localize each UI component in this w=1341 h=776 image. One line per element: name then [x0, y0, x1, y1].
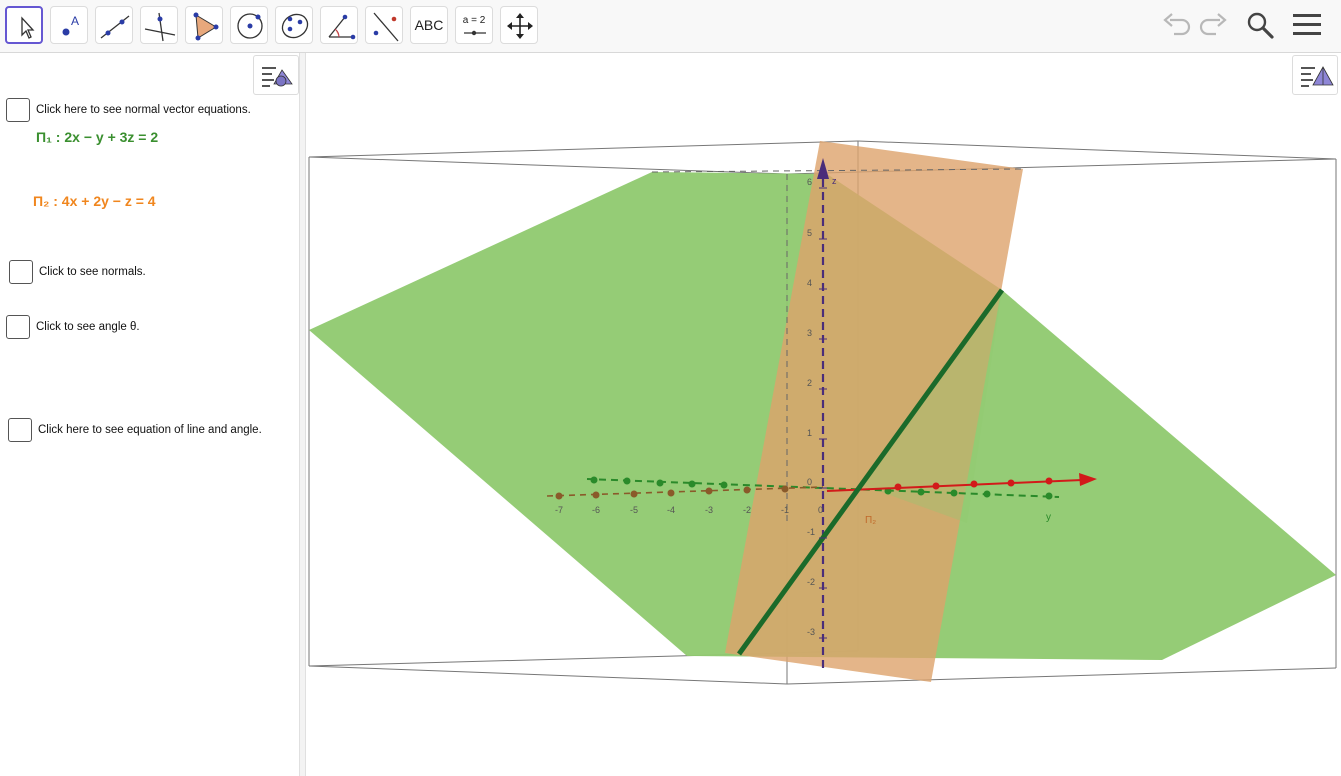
line-icon [100, 15, 130, 39]
z-tick-label: 0 [807, 477, 812, 487]
line-tool[interactable] [95, 6, 133, 44]
z-tick-label: 6 [807, 177, 812, 187]
x-tick-label: -6 [592, 505, 600, 515]
algebra-panel: Click here to see normal vector equation… [0, 53, 299, 776]
main-menu-button[interactable] [1290, 8, 1324, 42]
angle-checkbox-row[interactable]: Click to see angle θ. [6, 315, 140, 339]
algebra-style-bar-button[interactable] [253, 55, 299, 95]
z-tick-label: 5 [807, 228, 812, 238]
text-tool[interactable]: ABC [410, 6, 448, 44]
plane1-equation-text: 2x − y + 3z = 2 [64, 129, 159, 145]
z-tick-label: 1 [807, 428, 812, 438]
text-tool-label: ABC [414, 17, 444, 33]
normals-label: Click to see normals. [39, 266, 146, 278]
graphics-3d-view[interactable]: z y Π₂ 6 5 4 3 2 1 0 -1 -2 -3 -7 -6 -5 -… [307, 53, 1341, 776]
reflect-tool[interactable] [365, 6, 403, 44]
undo-icon [1163, 13, 1191, 36]
redo-icon [1199, 13, 1227, 36]
x-tick-label: -3 [705, 505, 713, 515]
normal-vector-label: Click here to see normal vector equation… [36, 104, 251, 116]
polygon-icon [193, 12, 219, 41]
plane2-equation: Π₂ : 4x + 2y − z = 4 [33, 193, 156, 209]
angle-label: Click to see angle θ. [36, 321, 140, 333]
toolbar: A ABC a = 2 [0, 0, 1341, 53]
slider-icon [464, 30, 486, 36]
move-arrows-icon [507, 13, 533, 39]
move-tool[interactable] [5, 6, 43, 44]
z-tick-label: 2 [807, 378, 812, 388]
plane2-equation-text: 4x + 2y − z = 4 [61, 193, 156, 209]
y-axis-label: y [1046, 512, 1051, 523]
scene-3d: z y Π₂ 6543210-1-2-3 -7 -6 -5 -4 -3 -2 -… [308, 140, 1337, 685]
angle-tool[interactable] [320, 6, 358, 44]
z-tick-label: -2 [807, 577, 815, 587]
z-axis-label: z [832, 176, 837, 186]
x-tick-label: 0 [818, 505, 823, 515]
angle-checkbox[interactable] [6, 315, 30, 339]
circle-icon [237, 13, 263, 39]
circle-tool[interactable] [230, 6, 268, 44]
normal-vector-checkbox[interactable] [6, 98, 30, 122]
angle-icon [328, 14, 356, 40]
perpendicular-icon [144, 12, 176, 42]
search-button[interactable] [1243, 8, 1277, 42]
panel-divider[interactable] [299, 53, 306, 776]
point-tool[interactable]: A [50, 6, 88, 44]
redo-button[interactable] [1196, 8, 1230, 42]
plane2-name: Π₂ [33, 193, 50, 209]
undo-button[interactable] [1160, 8, 1194, 42]
point-icon: A [62, 14, 79, 36]
move-graphics-view-tool[interactable] [500, 6, 538, 44]
reflect-icon [373, 12, 399, 42]
slider-tool[interactable]: a = 2 [455, 6, 493, 44]
normals-checkbox-row[interactable]: Click to see normals. [9, 260, 146, 284]
polygon-tool[interactable] [185, 6, 223, 44]
x-tick-label: -2 [743, 505, 751, 515]
plane1-equation: Π₁ : 2x − y + 3z = 2 [36, 129, 159, 145]
style-bar-icon [262, 67, 293, 87]
z-tick-label: -1 [807, 527, 815, 537]
ellipse-tool[interactable] [275, 6, 313, 44]
z-tick-label: 4 [807, 278, 812, 288]
z-tick-label: 3 [807, 328, 812, 338]
line-angle-checkbox-row[interactable]: Click here to see equation of line and a… [8, 418, 262, 442]
hamburger-menu-icon [1293, 14, 1321, 35]
x-tick-label: -7 [555, 505, 563, 515]
point-tool-text: A [71, 14, 79, 28]
normal-vector-checkbox-row[interactable]: Click here to see normal vector equation… [6, 98, 251, 122]
ellipse-icon [281, 13, 309, 39]
search-icon [1247, 12, 1274, 39]
perpendicular-line-tool[interactable] [140, 6, 178, 44]
plane1-name: Π₁ [36, 129, 52, 145]
x-tick-label: -4 [667, 505, 675, 515]
line-angle-label: Click here to see equation of line and a… [38, 424, 262, 436]
x-tick-label: -5 [630, 505, 638, 515]
line-angle-checkbox[interactable] [8, 418, 32, 442]
plane2-label: Π₂ [865, 515, 876, 526]
cursor-arrow-icon [21, 16, 35, 39]
normals-checkbox[interactable] [9, 260, 33, 284]
z-tick-label: -3 [807, 627, 815, 637]
x-tick-label: -1 [781, 505, 789, 515]
